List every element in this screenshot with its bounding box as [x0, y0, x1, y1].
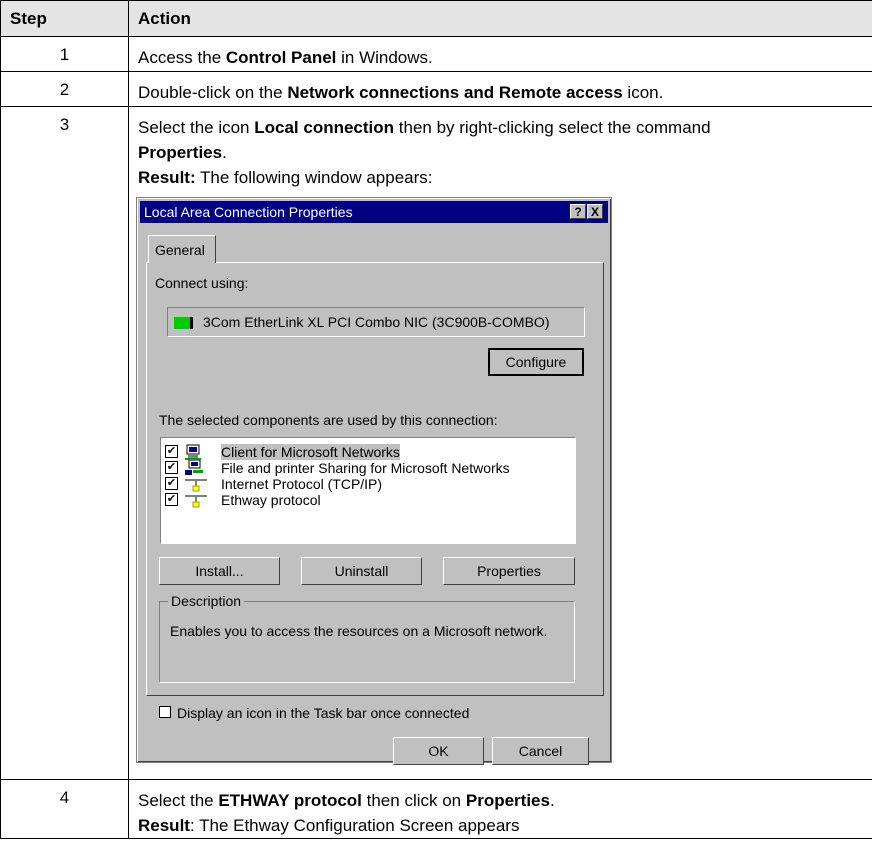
checkbox-ethway[interactable]: ✔: [165, 493, 178, 506]
component-label: Internet Protocol (TCP/IP): [221, 476, 383, 492]
table-header-row: Step Action: [0, 0, 872, 37]
network-client-icon: [185, 444, 201, 460]
description-legend: Description: [168, 593, 245, 609]
component-label: File and printer Sharing for Microsoft N…: [221, 460, 510, 476]
configure-button[interactable]: Configure: [488, 348, 584, 376]
description-text: Enables you to access the resources on a…: [170, 623, 548, 639]
step-number: 2: [0, 71, 129, 107]
step-line: Result: The Ethway Configuration Screen …: [138, 816, 520, 835]
dialog-titlebar[interactable]: Local Area Connection Properties ? X: [140, 201, 608, 223]
checkbox-tcpip[interactable]: ✔: [165, 477, 178, 490]
components-label: The selected components are used by this…: [159, 412, 498, 428]
step-number: 3: [0, 106, 129, 780]
file-sharing-icon: [185, 460, 203, 475]
taskbar-checkbox[interactable]: [159, 706, 171, 718]
header-step: Step: [0, 0, 129, 37]
close-button[interactable]: X: [587, 204, 603, 219]
table-row: 1 Access the Control Panel in Windows.: [0, 36, 872, 72]
checkbox-file-sharing[interactable]: ✔: [165, 461, 178, 474]
step-action: Select the icon Local connection then by…: [128, 106, 872, 780]
uninstall-button[interactable]: Uninstall: [301, 557, 422, 585]
protocol-icon: [185, 495, 207, 508]
step-line: Properties.: [138, 143, 227, 162]
ok-button[interactable]: OK: [393, 737, 484, 765]
install-button[interactable]: Install...: [159, 557, 280, 585]
step-action: Access the Control Panel in Windows.: [128, 36, 872, 72]
dialog-title: Local Area Connection Properties: [144, 204, 353, 220]
component-label: Client for Microsoft Networks: [221, 444, 400, 460]
component-label: Ethway protocol: [221, 492, 321, 508]
step-action: Select the ETHWAY protocol then click on…: [128, 779, 872, 839]
tab-general[interactable]: General: [148, 235, 216, 263]
header-action: Action: [128, 0, 872, 37]
network-adapter-icon: [174, 317, 193, 329]
taskbar-label: Display an icon in the Task bar once con…: [177, 705, 470, 721]
help-button[interactable]: ?: [570, 204, 586, 219]
cancel-button[interactable]: Cancel: [492, 737, 589, 765]
protocol-icon: [185, 479, 207, 492]
description-group: Description Enables you to access the re…: [159, 593, 575, 683]
adapter-field: 3Com EtherLink XL PCI Combo NIC (3C900B-…: [167, 307, 585, 337]
connect-using-label: Connect using:: [155, 275, 249, 291]
step-number: 4: [0, 779, 129, 839]
tab-general-label: General: [155, 242, 205, 258]
step-line: Select the icon Local connection then by…: [138, 118, 711, 137]
table-row: 4 Select the ETHWAY protocol then click …: [0, 779, 872, 839]
table-row: 2 Double-click on the Network connection…: [0, 71, 872, 107]
step-number: 1: [0, 36, 129, 72]
table-row: 3 Select the icon Local connection then …: [0, 106, 872, 780]
checkbox-client[interactable]: ✔: [165, 445, 178, 458]
adapter-name: 3Com EtherLink XL PCI Combo NIC (3C900B-…: [203, 314, 550, 330]
step-action: Double-click on the Network connections …: [128, 71, 872, 107]
step-line: Select the ETHWAY protocol then click on…: [138, 791, 555, 810]
step-line: Result: The following window appears:: [138, 168, 433, 187]
general-panel: Connect using: 3Com EtherLink XL PCI Com…: [146, 262, 604, 765]
local-area-connection-dialog: Local Area Connection Properties ? X Gen…: [136, 197, 612, 765]
components-list[interactable]: ✔ Client for Microsoft Networks ✔ File a…: [160, 437, 576, 544]
steps-table: Step Action 1 Access the Control Panel i…: [0, 0, 872, 839]
properties-button[interactable]: Properties: [443, 557, 575, 585]
